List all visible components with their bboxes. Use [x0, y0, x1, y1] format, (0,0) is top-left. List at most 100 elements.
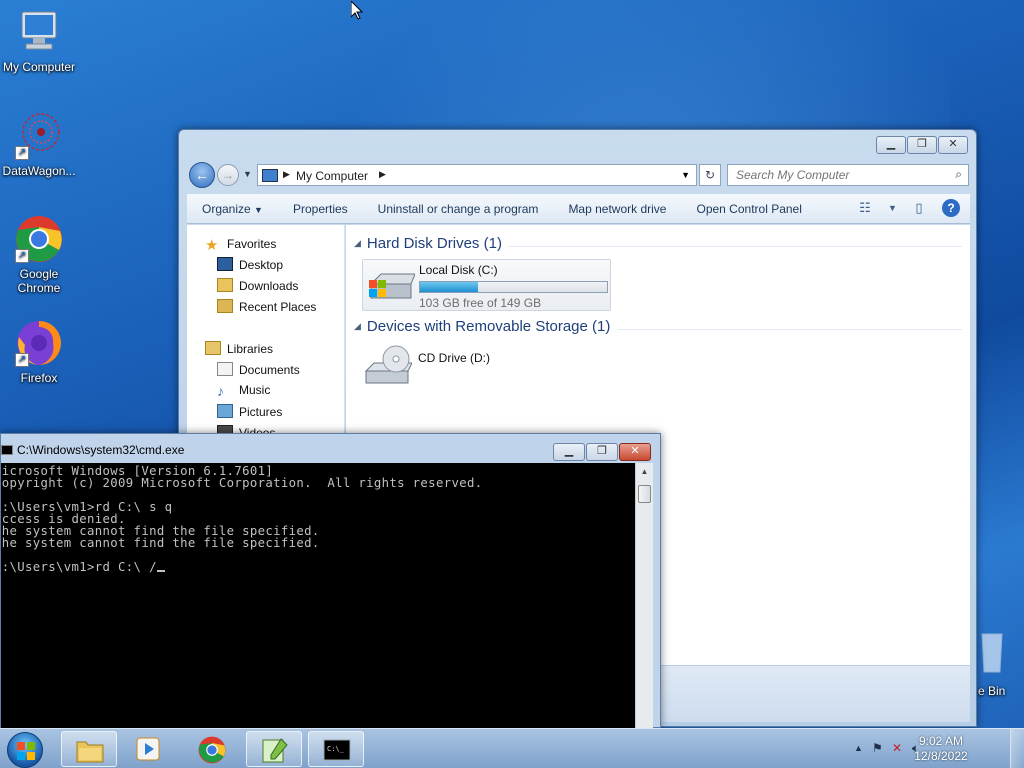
vertical-scrollbar[interactable]: ▲: [635, 463, 653, 728]
chevron-right-icon[interactable]: ▶: [283, 169, 290, 180]
start-button[interactable]: [7, 732, 43, 768]
nav-desktop[interactable]: Desktop: [217, 257, 283, 272]
desktop-icon-datawagon[interactable]: ↗ DataWagon...: [0, 112, 78, 178]
computer-icon: [262, 169, 278, 182]
view-options-icon[interactable]: ☷: [856, 199, 874, 217]
show-desktop-button[interactable]: [1010, 729, 1024, 768]
show-hidden-icons-icon[interactable]: ▲: [854, 743, 863, 753]
collapse-triangle-icon: ◢: [354, 321, 361, 331]
desktop-icon-chrome[interactable]: ↗ Google Chrome: [0, 215, 78, 295]
navigation-pane: ★ Favorites Desktop Downloads Recent Plac…: [187, 225, 345, 435]
address-bar[interactable]: ▶ My Computer ▶ ▼: [257, 164, 697, 186]
refresh-button[interactable]: ↻: [699, 164, 721, 186]
drive-name: CD Drive (D:): [418, 351, 490, 365]
minimize-button[interactable]: ▁: [553, 443, 585, 461]
search-box[interactable]: ⌕: [727, 164, 969, 186]
desktop-icon-label: DataWagon...: [2, 164, 76, 178]
chevron-down-icon[interactable]: ▼: [888, 199, 897, 217]
close-button[interactable]: ✕: [938, 136, 968, 154]
cmd-window[interactable]: C:\Windows\system32\cmd.exe ▁ ❐ ✕ Micros…: [0, 433, 661, 728]
music-icon: ♪: [217, 383, 224, 399]
taskbar-media-player[interactable]: [121, 731, 177, 767]
cmd-title-bar[interactable]: C:\Windows\system32\cmd.exe: [1, 443, 184, 457]
shortcut-arrow-icon: ↗: [15, 146, 29, 160]
view-controls: ☷ ▼ ▯ ?: [856, 199, 960, 217]
maximize-button[interactable]: ❐: [907, 136, 937, 154]
drive-cd-d[interactable]: CD Drive (D:): [362, 343, 502, 393]
shortcut-arrow-icon: ↗: [15, 353, 29, 367]
breadcrumb[interactable]: My Computer: [296, 169, 368, 183]
recycle-bin-icon: [976, 630, 1006, 674]
nav-label: Recent Places: [239, 300, 317, 314]
nav-pictures[interactable]: Pictures: [217, 404, 282, 419]
clock-date: 12/8/2022: [914, 749, 968, 763]
chevron-right-icon[interactable]: ▶: [379, 169, 386, 180]
taskbar-cmd[interactable]: C:\_: [308, 731, 364, 767]
recent-pages-dropdown[interactable]: ▼: [243, 169, 252, 179]
desktop-icon-my-computer[interactable]: My Computer: [0, 8, 78, 74]
shortcut-arrow-icon: ↗: [15, 249, 29, 263]
drive-usage-fill: [420, 282, 478, 292]
scroll-thumb[interactable]: [638, 485, 651, 503]
drive-local-disk-c[interactable]: Local Disk (C:) 103 GB free of 149 GB: [362, 259, 611, 311]
maximize-button[interactable]: ❐: [586, 443, 618, 461]
desktop-icon-label: My Computer: [2, 60, 76, 74]
taskbar-chrome[interactable]: [184, 731, 240, 767]
uninstall-program-button[interactable]: Uninstall or change a program: [363, 202, 554, 216]
taskbar: C:\_ ▲ ⚑ ✕ 🔈︎ 9:02 AM 12/8/2022: [0, 728, 1024, 768]
media-player-icon: [135, 736, 163, 762]
nav-recent-places[interactable]: Recent Places: [217, 299, 316, 314]
organize-menu[interactable]: Organize ▼: [187, 202, 278, 216]
clock-time: 9:02 AM: [918, 734, 964, 748]
search-input[interactable]: [728, 165, 938, 185]
nav-documents[interactable]: Documents: [217, 362, 300, 377]
forward-button[interactable]: →: [217, 164, 239, 186]
datawagon-icon: ↗: [15, 112, 63, 160]
drive-usage-bar: [419, 281, 608, 293]
explorer-icon: [76, 737, 104, 763]
help-icon[interactable]: ?: [942, 199, 960, 217]
group-header-hard-disk-drives[interactable]: ◢ Hard Disk Drives (1): [354, 235, 502, 252]
drive-free-space: 103 GB free of 149 GB: [419, 296, 542, 310]
console-line: The system cannot find the file specifie…: [1, 536, 320, 550]
command-bar: Organize ▼ Properties Uninstall or chang…: [187, 194, 970, 224]
group-header-label: Hard Disk Drives (1): [366, 235, 502, 252]
console-line: Copyright (c) 2009 Microsoft Corporation…: [1, 476, 483, 490]
network-disconnected-icon[interactable]: ✕: [892, 741, 902, 755]
search-icon[interactable]: ⌕: [955, 167, 962, 182]
nav-label: Desktop: [239, 258, 284, 272]
taskbar-notepad-plus-plus[interactable]: [246, 731, 302, 767]
text-cursor: [156, 570, 165, 572]
map-network-drive-button[interactable]: Map network drive: [553, 202, 681, 216]
nav-music[interactable]: ♪ Music: [217, 383, 270, 399]
nav-label: Downloads: [239, 279, 299, 293]
organize-label: Organize: [202, 201, 251, 216]
pictures-icon: [217, 404, 233, 418]
back-button[interactable]: ←: [189, 162, 215, 188]
nav-libraries[interactable]: Libraries: [205, 341, 273, 356]
action-center-icon[interactable]: ⚑: [872, 741, 883, 755]
nav-favorites[interactable]: ★ Favorites: [205, 236, 276, 254]
nav-label: Pictures: [239, 405, 283, 419]
desktop-icon-firefox[interactable]: ↗ Firefox: [0, 319, 78, 385]
taskbar-explorer[interactable]: [61, 731, 117, 767]
minimize-button[interactable]: ▁: [876, 136, 906, 154]
libraries-icon: [205, 341, 221, 355]
scroll-up-icon[interactable]: ▲: [637, 464, 652, 480]
close-button[interactable]: ✕: [619, 443, 651, 461]
nav-downloads[interactable]: Downloads: [217, 278, 298, 293]
properties-button[interactable]: Properties: [278, 202, 363, 216]
console-output[interactable]: Microsoft Windows [Version 6.1.7601] Cop…: [1, 463, 635, 728]
address-dropdown-icon[interactable]: ▼: [681, 170, 690, 180]
console-prompt-line[interactable]: C:\Users\vm1>rd C:\ /: [1, 561, 165, 573]
clock[interactable]: 9:02 AM 12/8/2022: [910, 734, 972, 764]
recent-places-icon: [217, 299, 233, 313]
chevron-down-icon: ▼: [254, 204, 263, 215]
cmd-icon: [1, 445, 13, 455]
chrome-icon: ↗: [15, 215, 63, 263]
desktop-icon-label: Firefox: [20, 371, 58, 385]
group-header-removable-storage[interactable]: ◢ Devices with Removable Storage (1): [354, 318, 610, 335]
open-control-panel-button[interactable]: Open Control Panel: [681, 202, 816, 216]
preview-pane-icon[interactable]: ▯: [910, 199, 928, 217]
svg-text:C:\_: C:\_: [327, 745, 345, 753]
